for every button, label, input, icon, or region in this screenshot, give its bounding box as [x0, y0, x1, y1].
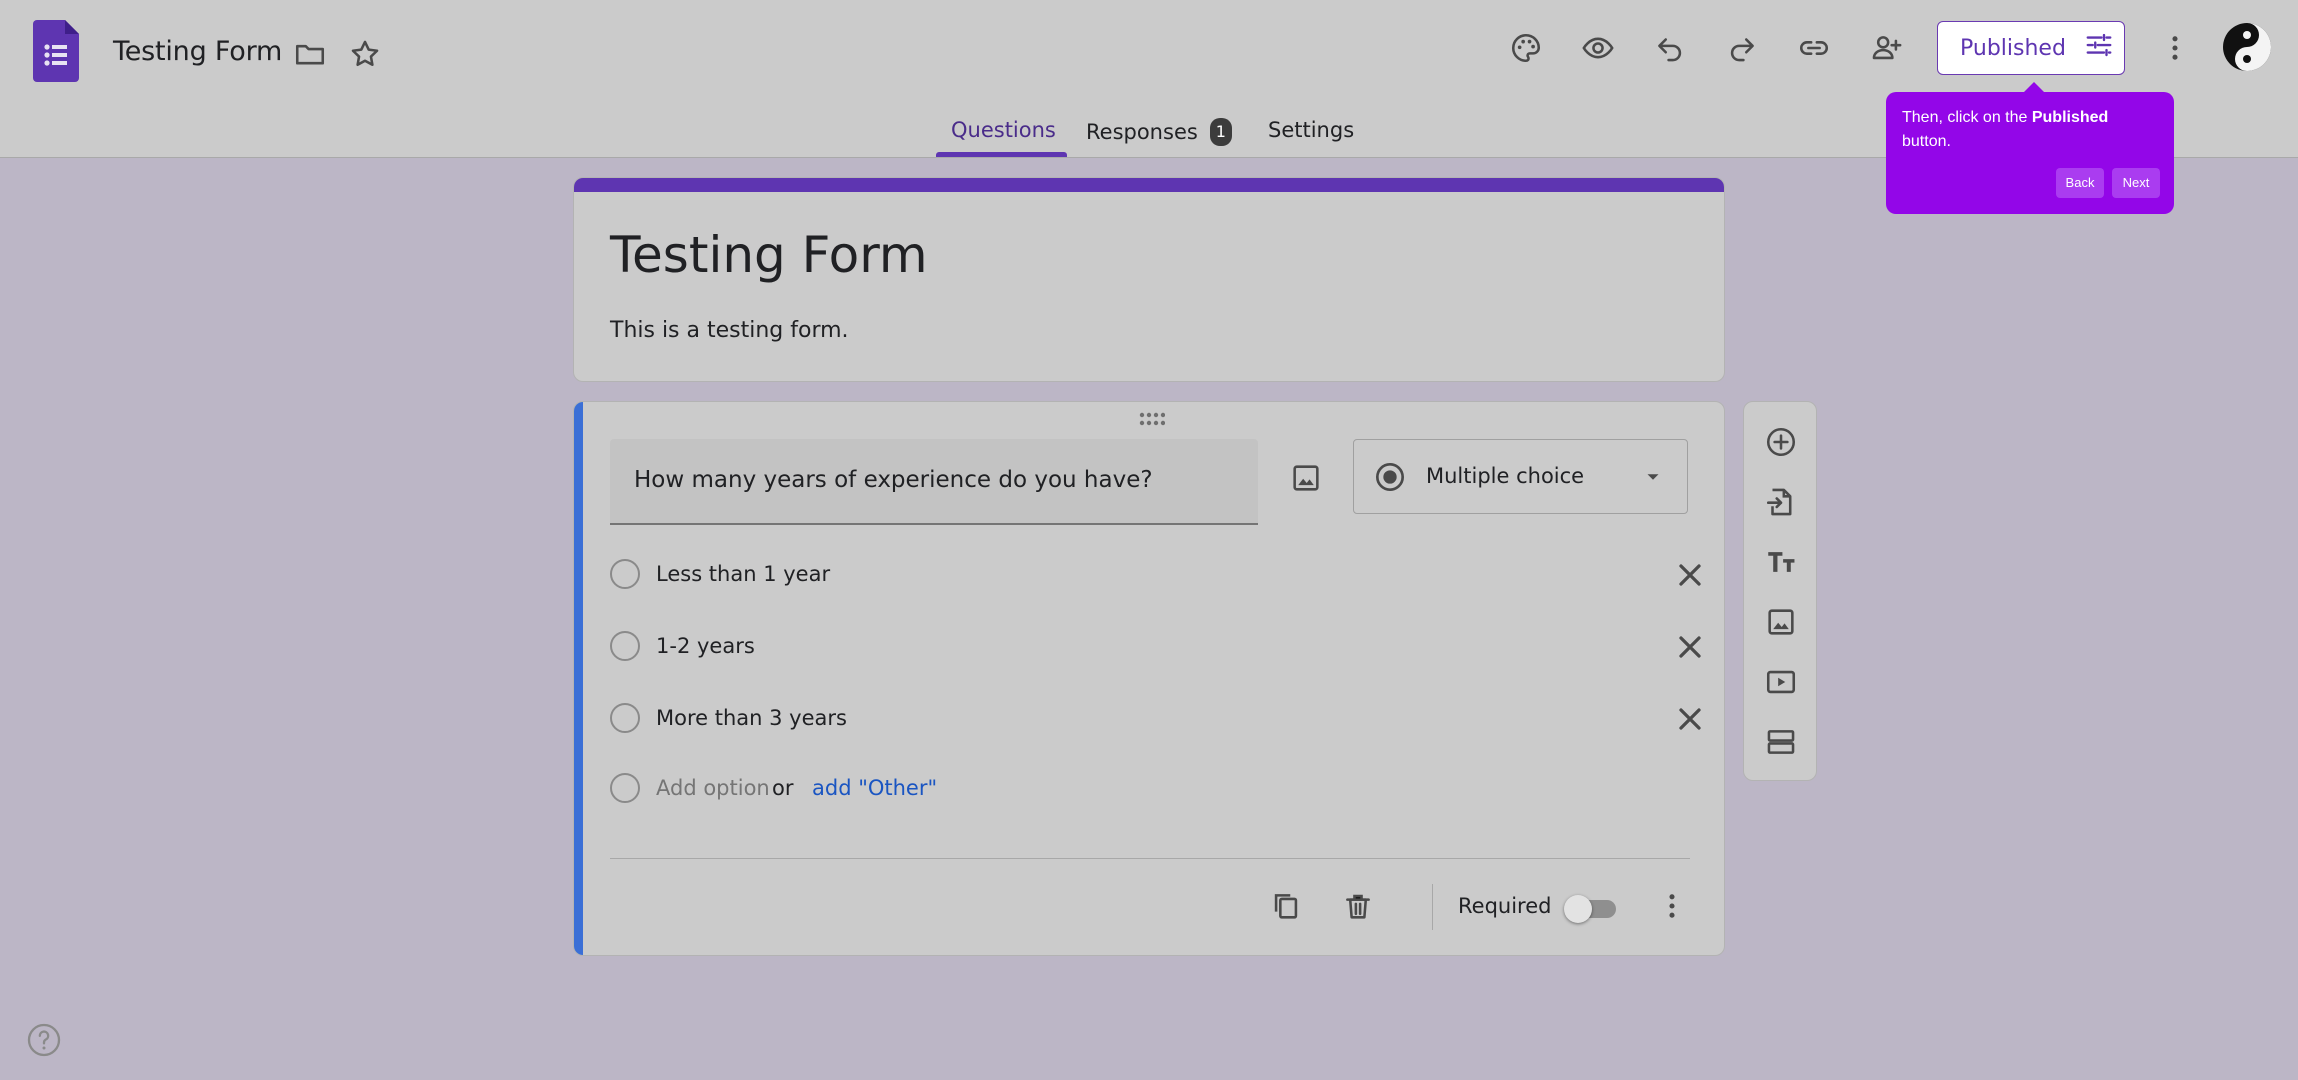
add-option-row: Add option or add "Other" [610, 769, 1690, 809]
forms-logo-icon[interactable] [33, 20, 79, 82]
radio-button-icon [1374, 461, 1406, 498]
form-description[interactable]: This is a testing form. [610, 318, 849, 343]
question-type-label: Multiple choice [1426, 464, 1585, 488]
footer-divider [610, 858, 1690, 859]
question-title-input[interactable]: How many years of experience do you have… [610, 439, 1258, 525]
option-row: 1-2 years [610, 627, 1701, 667]
link-icon[interactable] [1790, 24, 1838, 72]
add-question-icon[interactable] [1757, 418, 1805, 466]
help-icon[interactable] [24, 1020, 64, 1060]
title-card-accent-strip [574, 178, 1724, 192]
redo-icon[interactable] [1718, 24, 1766, 72]
remove-option-icon[interactable] [1672, 701, 1708, 737]
undo-icon[interactable] [1646, 24, 1694, 72]
form-title[interactable]: Testing Form [610, 226, 928, 284]
active-tab-indicator [936, 152, 1067, 157]
or-label: or [772, 776, 794, 800]
document-title[interactable]: Testing Form [113, 36, 282, 67]
published-button[interactable]: Published [1937, 21, 2125, 75]
add-other-link[interactable]: add "Other" [812, 776, 937, 800]
preview-eye-icon[interactable] [1574, 24, 1622, 72]
side-toolbar [1743, 401, 1817, 781]
option-row: More than 3 years [610, 699, 1701, 739]
option-radio [610, 703, 640, 733]
add-collaborator-icon[interactable] [1862, 24, 1910, 72]
add-video-icon[interactable] [1757, 658, 1805, 706]
tooltip-back-button[interactable]: Back [2056, 168, 2104, 198]
required-toggle[interactable] [1564, 895, 1616, 923]
onboarding-tooltip: Then, click on the Published button. Bac… [1886, 82, 2174, 214]
add-title-icon[interactable] [1757, 538, 1805, 586]
option-radio [610, 559, 640, 589]
toggle-thumb [1564, 895, 1592, 923]
add-image-icon[interactable] [1757, 598, 1805, 646]
import-questions-icon[interactable] [1757, 478, 1805, 526]
published-label: Published [1960, 35, 2066, 61]
chevron-down-icon [1642, 466, 1664, 493]
add-option-button[interactable]: Add option [656, 776, 770, 800]
tune-icon [2084, 30, 2114, 66]
tooltip-next-button[interactable]: Next [2112, 168, 2160, 198]
add-question-image-icon[interactable] [1282, 454, 1330, 502]
tab-responses[interactable]: Responses 1 [1086, 118, 1232, 160]
footer-separator [1432, 884, 1433, 930]
required-label: Required [1458, 894, 1552, 918]
question-more-icon[interactable] [1648, 882, 1696, 930]
tooltip-text-before: Then, click on the [1902, 109, 2032, 126]
remove-option-icon[interactable] [1672, 629, 1708, 665]
option-row: Less than 1 year [610, 555, 1701, 595]
tab-responses-label: Responses [1086, 120, 1198, 144]
option-label[interactable]: 1-2 years [656, 634, 755, 658]
add-section-icon[interactable] [1757, 718, 1805, 766]
active-card-indicator [574, 402, 583, 955]
drag-handle-icon[interactable] [1139, 412, 1166, 431]
option-radio [610, 773, 640, 803]
remove-option-icon[interactable] [1672, 557, 1708, 593]
option-radio [610, 631, 640, 661]
question-title-text: How many years of experience do you have… [634, 467, 1153, 493]
option-label[interactable]: Less than 1 year [656, 562, 830, 586]
tooltip-text-bold: Published [2031, 109, 2109, 126]
more-vert-icon[interactable] [2151, 24, 2199, 72]
question-type-select[interactable]: Multiple choice [1353, 439, 1688, 514]
form-title-card[interactable]: Testing Form This is a testing form. [573, 177, 1725, 382]
folder-icon[interactable] [286, 30, 334, 78]
duplicate-icon[interactable] [1262, 882, 1310, 930]
avatar[interactable] [2222, 22, 2272, 72]
star-icon[interactable] [341, 30, 389, 78]
responses-count-badge: 1 [1209, 118, 1232, 146]
tooltip-text-after: button. [1902, 133, 1951, 150]
question-card[interactable]: How many years of experience do you have… [573, 401, 1725, 956]
tab-settings[interactable]: Settings [1268, 118, 1354, 160]
delete-icon[interactable] [1334, 882, 1382, 930]
palette-icon[interactable] [1502, 24, 1550, 72]
option-label[interactable]: More than 3 years [656, 706, 847, 730]
